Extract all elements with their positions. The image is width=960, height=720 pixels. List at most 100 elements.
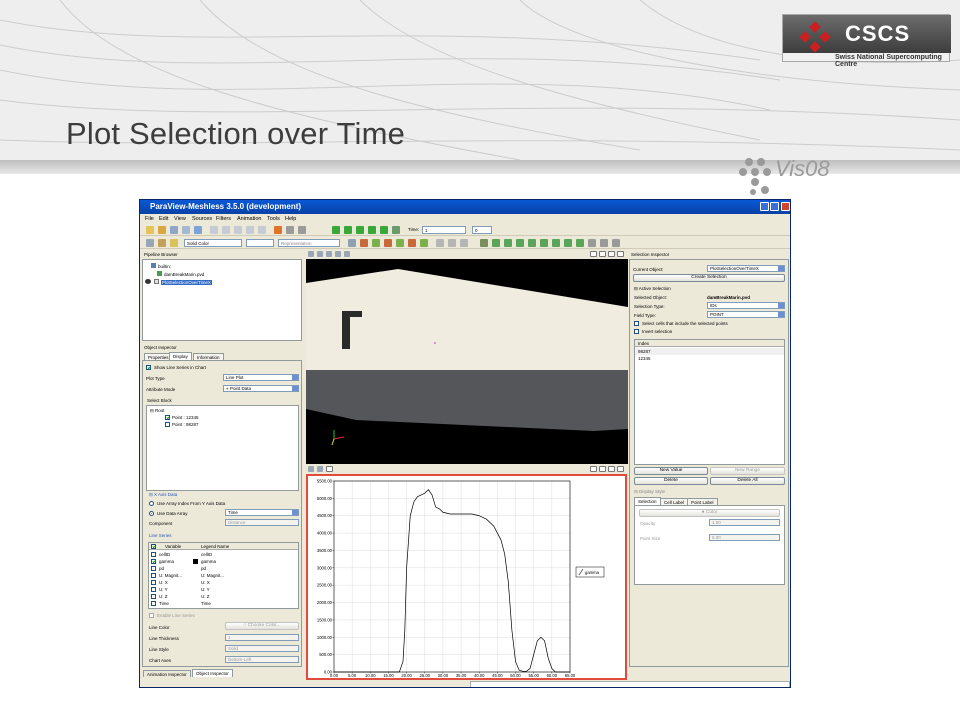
series-visibility-checkbox[interactable] [151,559,156,564]
scalar-bar-icon[interactable] [158,239,166,247]
point-98287-checkbox[interactable] [165,422,170,427]
line-series-row[interactable]: U: Y U: Y [149,586,298,593]
tab-animation-inspector[interactable]: Animation Inspector [143,670,191,677]
minus-x-icon[interactable] [372,239,380,247]
maximize-view-icon[interactable] [608,251,615,257]
extract-subset-icon[interactable] [540,239,548,247]
menu-edit[interactable]: Edit [159,216,168,222]
series-visibility-checkbox[interactable] [151,587,156,592]
representation-select[interactable]: Representation [278,239,340,247]
use-data-array-radio[interactable] [149,511,154,516]
new-value-button[interactable]: New Value [634,467,708,475]
pick-icon[interactable] [234,226,242,234]
stream-tracer-icon[interactable] [564,239,572,247]
series-visibility-checkbox[interactable] [151,566,156,571]
menu-view[interactable]: View [174,216,186,222]
reset-view-icon[interactable] [348,239,356,247]
delete-all-button[interactable]: Delete All [710,477,785,485]
threshold-icon[interactable] [528,239,536,247]
filter-icon[interactable] [612,239,620,247]
plus-x-icon[interactable] [360,239,368,247]
choose-color-button[interactable]: ○ Choose Color... [225,622,299,630]
pipeline-item-dambreak[interactable]: damBreakMarin.pvd [157,271,204,278]
field-type-select[interactable]: POINT [707,311,785,318]
line-series-row[interactable]: cellID cellID [149,551,298,558]
tab-cell-label[interactable]: Cell Label [660,498,689,505]
index-row[interactable]: 98287 [635,348,784,355]
attribute-mode-select[interactable]: ● Point Data [223,385,299,392]
zoom-icon[interactable] [210,226,218,234]
select-all-checkbox[interactable] [151,544,156,549]
point-size-spinbox[interactable]: 5.00 [709,534,780,541]
selection-color-button[interactable]: ● Color [639,509,780,517]
close-button[interactable] [781,202,790,211]
undo-icon[interactable] [274,226,282,234]
line-series-row[interactable]: U: Z U: Z [149,593,298,600]
next-frame-icon[interactable] [368,226,376,234]
last-frame-icon[interactable] [380,226,388,234]
redo-icon[interactable] [286,226,294,234]
tab-selection[interactable]: Selection [634,497,661,505]
menu-animation[interactable]: Animation [237,216,261,222]
extract-level-icon[interactable] [600,239,608,247]
first-frame-icon[interactable] [332,226,340,234]
menu-tools[interactable]: Tools [267,216,280,222]
slice-icon[interactable] [516,239,524,247]
split-horizontal-icon[interactable] [590,251,597,257]
current-object-select[interactable]: PlotSelectionOverTimeX [707,265,785,272]
menu-sources[interactable]: Sources [192,216,212,222]
time-field[interactable]: 1 [422,226,466,234]
time-index-field[interactable]: 0 [472,226,492,234]
pipeline-item-builtin[interactable]: builtin: [151,263,171,270]
series-visibility-checkbox[interactable] [151,573,156,578]
menu-filters[interactable]: Filters [216,216,231,222]
menu-help[interactable]: Help [285,216,296,222]
edit-color-icon[interactable] [170,239,178,247]
tree-point-98287[interactable]: Point : 98287 [165,421,199,428]
play-icon[interactable] [356,226,364,234]
component-select[interactable] [246,239,274,247]
component-select[interactable]: Distance [225,519,299,526]
chart-zoom-icon[interactable] [308,466,314,472]
chart-axes-select[interactable]: Bottom-Left [225,656,299,663]
view-lock-icon[interactable] [335,251,341,257]
frustum-icon[interactable] [246,226,254,234]
warp-icon[interactable] [576,239,584,247]
clip-icon[interactable] [504,239,512,247]
select-cells-checkbox[interactable] [634,321,639,326]
view-settings-icon[interactable] [344,251,350,257]
pick-center-icon[interactable] [448,239,456,247]
data-array-select[interactable]: Time [225,509,299,516]
line-series-row[interactable]: U: Magnit... U: Magnit... [149,572,298,579]
minimize-button[interactable] [760,202,769,211]
view-camera-icon[interactable] [308,251,314,257]
tab-object-inspector[interactable]: Object Inspector [192,669,233,677]
line-series-row[interactable]: U: X U: X [149,579,298,586]
create-selection-button[interactable]: Create Selection [633,274,785,282]
tab-information[interactable]: Information [193,353,224,360]
invert-selection-checkbox[interactable] [634,329,639,334]
calculator-icon[interactable] [480,239,488,247]
tree-root[interactable]: ⊟ Root [150,407,165,414]
probe-icon[interactable] [258,226,266,234]
glyph-icon[interactable] [552,239,560,247]
select-icon[interactable] [222,226,230,234]
maximize-view-icon[interactable] [608,466,615,472]
index-row[interactable]: 12345 [635,355,784,362]
series-visibility-checkbox[interactable] [151,594,156,599]
reset-camera-icon[interactable] [298,226,306,234]
minus-y-icon[interactable] [396,239,404,247]
center-axes-icon[interactable] [436,239,444,247]
maximize-button[interactable] [770,202,779,211]
series-visibility-checkbox[interactable] [151,552,156,557]
plus-y-icon[interactable] [384,239,392,247]
color-by-select[interactable]: Solid Color [184,239,242,247]
tab-point-label[interactable]: Point Label [687,498,718,505]
save-state-icon[interactable] [158,226,166,234]
chart-screenshot-icon[interactable] [326,466,333,472]
help-icon[interactable] [194,226,202,234]
eye-icon[interactable] [145,279,151,284]
plot-type-select[interactable]: Line Plot [223,374,299,381]
line-thickness-spinbox[interactable]: 1 [225,634,299,641]
enable-line-series-checkbox[interactable] [149,613,154,618]
